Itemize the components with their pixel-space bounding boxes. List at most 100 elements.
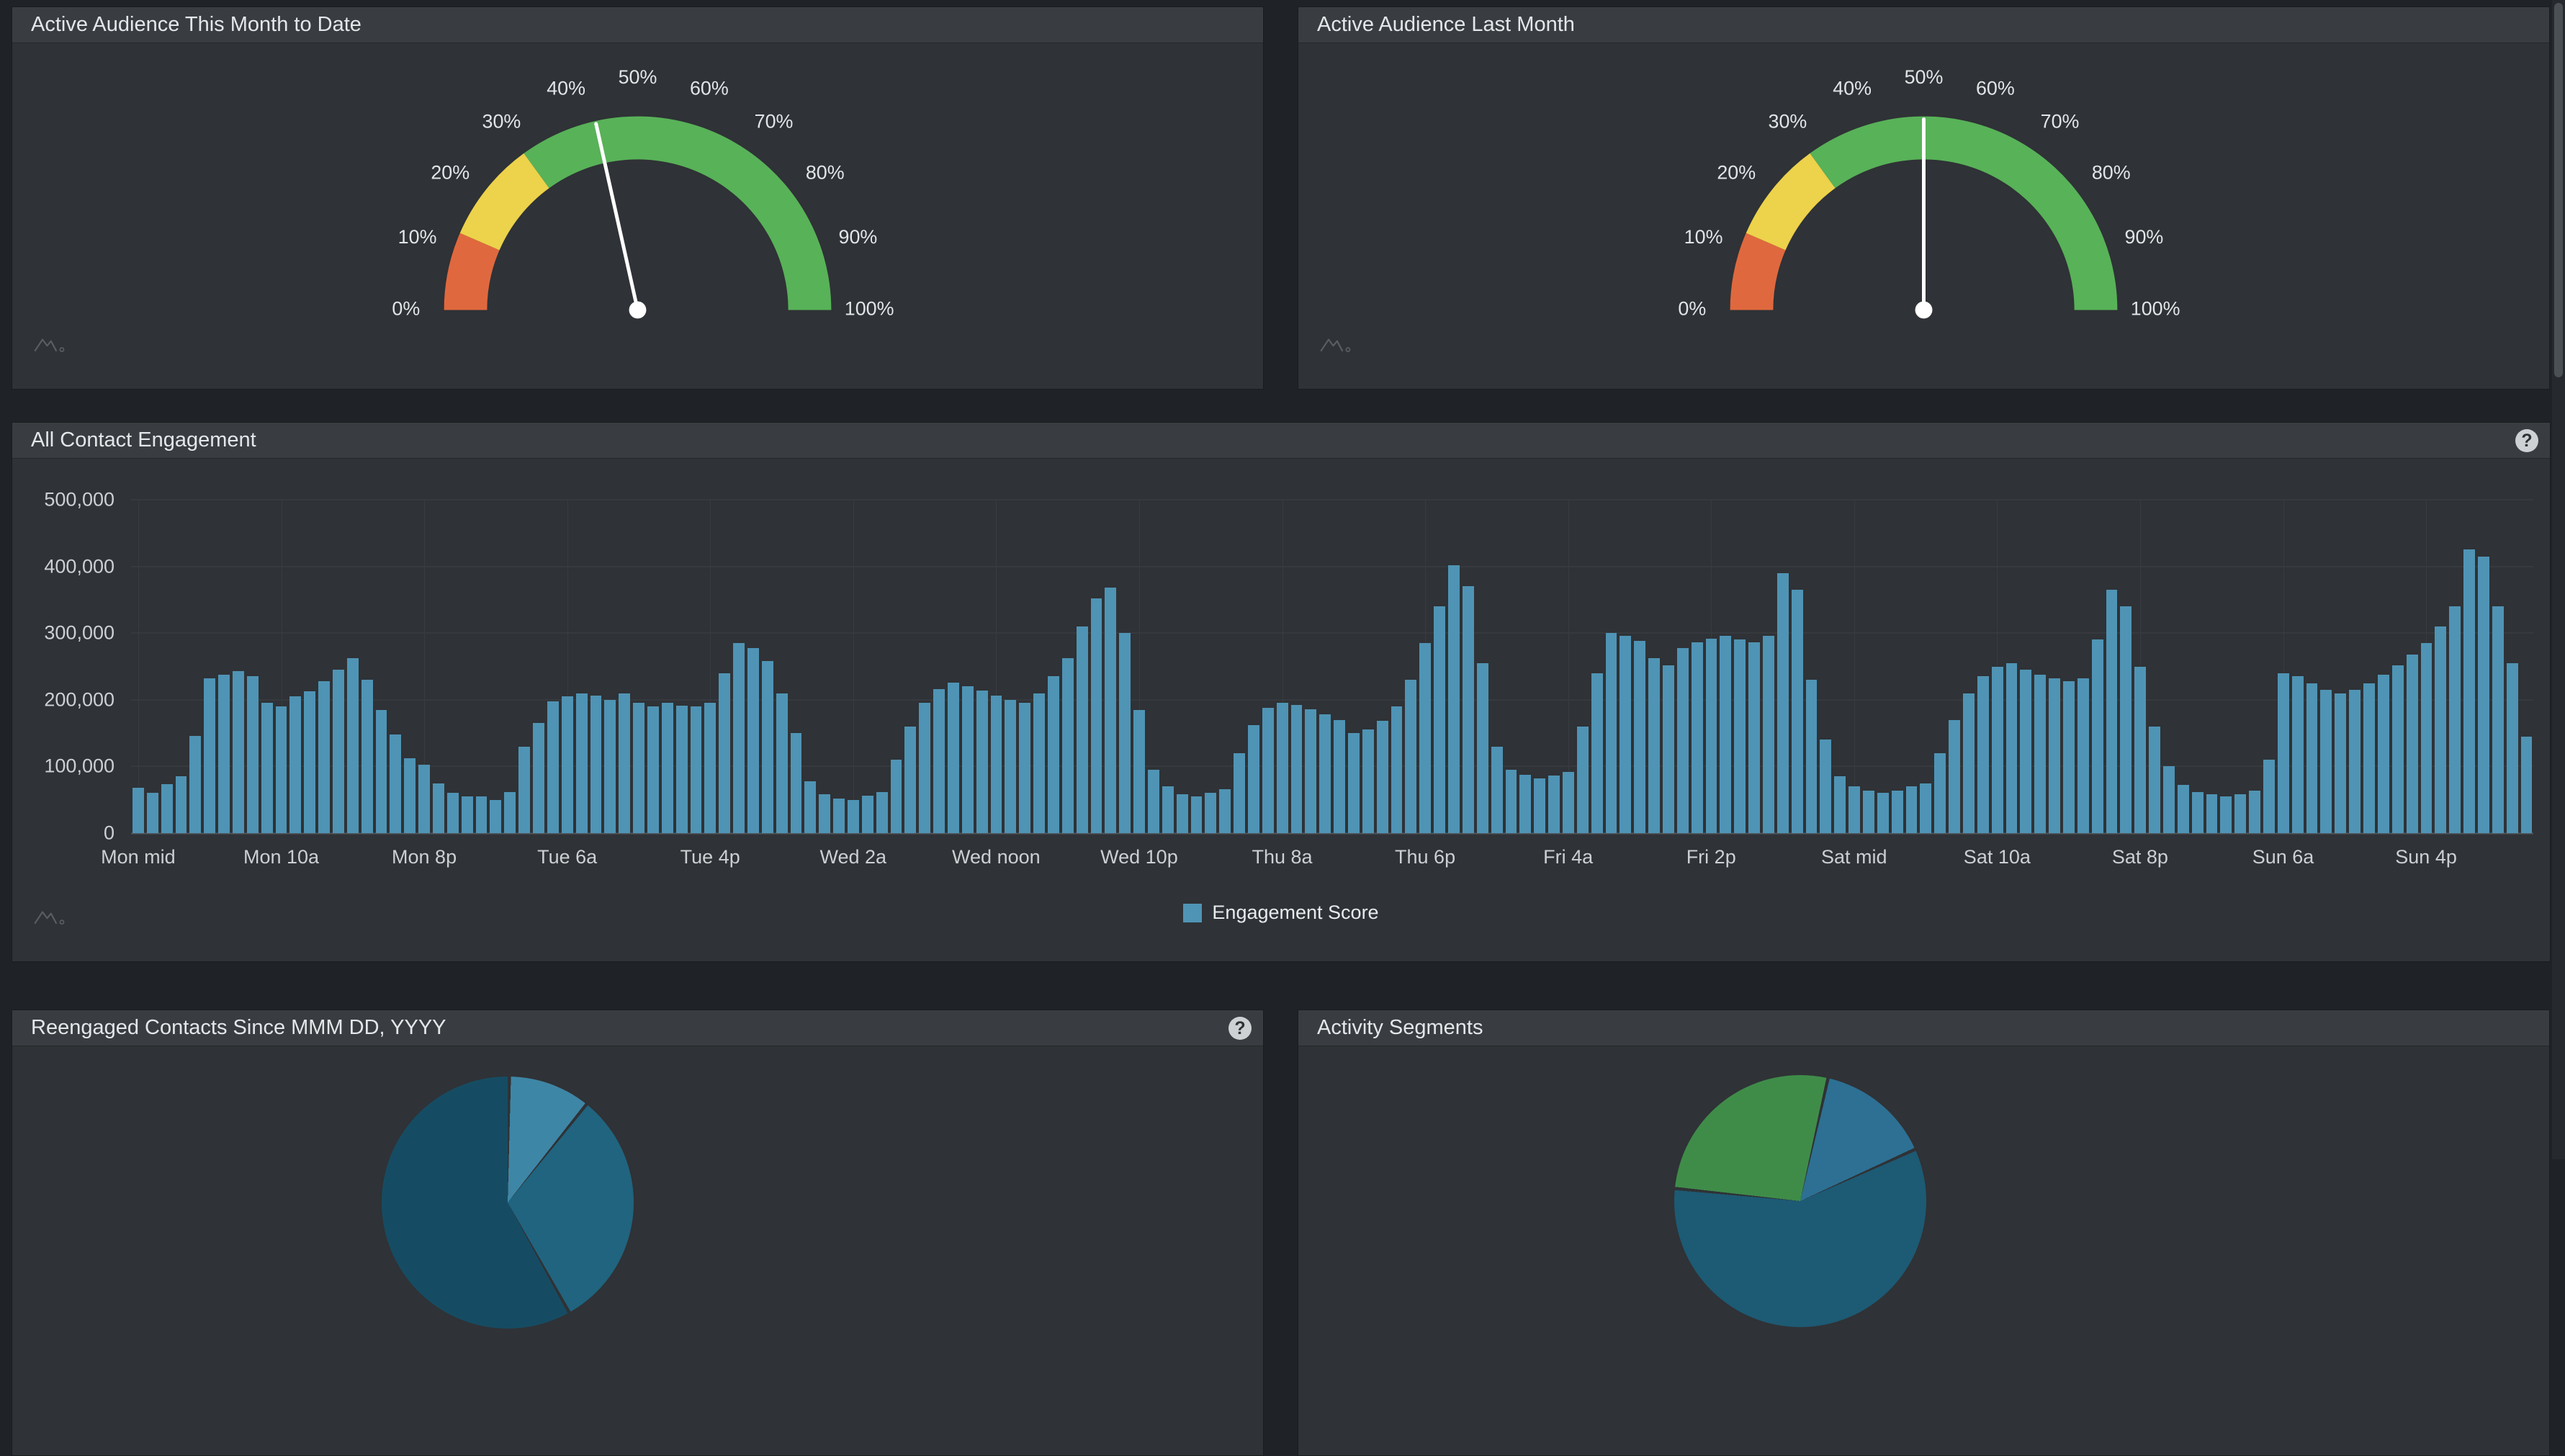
bar: [1634, 641, 1645, 833]
legend-label: Engagement Score: [1212, 902, 1378, 924]
bar: [1305, 709, 1316, 833]
gauge-tick-label: 10%: [398, 226, 437, 248]
bar: [704, 703, 716, 833]
help-icon[interactable]: ?: [1228, 1017, 1252, 1040]
bar: [791, 733, 802, 833]
bar: [876, 792, 888, 833]
bar: [776, 693, 788, 833]
gauge-tick-label: 90%: [2125, 226, 2164, 248]
x-tick-label: Sun 6a: [2252, 846, 2314, 868]
bar: [1591, 673, 1603, 833]
gauge-tick-label: 50%: [619, 66, 657, 88]
panel-all-contact-engagement: All Contact Engagement ? 0100,000200,000…: [12, 422, 2551, 962]
sparkline-watermark-icon: [32, 334, 73, 354]
panel-title: All Contact Engagement: [31, 428, 256, 452]
bar: [218, 675, 230, 833]
gauge-pivot: [1915, 302, 1933, 319]
legend[interactable]: Engagement Score: [12, 902, 2550, 924]
panel-activity-segments: Activity Segments: [1298, 1010, 2550, 1456]
x-tick-label: Sat 8p: [2112, 846, 2168, 868]
bar: [1391, 706, 1403, 833]
panel-title: Activity Segments: [1317, 1016, 1483, 1040]
bar: [147, 793, 158, 833]
bar: [1806, 680, 1818, 833]
bar: [691, 706, 702, 833]
active-audience-gauge: 0%10%20%30%40%50%60%70%80%90%100%: [12, 43, 1263, 389]
bar: [1820, 740, 1831, 833]
bar: [2463, 549, 2475, 833]
bar: [1663, 665, 1674, 833]
bar: [2206, 794, 2218, 833]
panel-header: Active Audience Last Month: [1298, 7, 2549, 43]
bar: [1706, 639, 1717, 833]
bar: [1177, 794, 1188, 833]
gauge-band: [524, 117, 831, 310]
gauge-band: [1810, 117, 2117, 310]
bar: [2106, 590, 2118, 833]
bar: [476, 796, 488, 833]
bar: [1162, 786, 1174, 833]
bar: [1348, 733, 1360, 833]
gauge-tick-label: 20%: [431, 161, 470, 183]
bar: [490, 800, 501, 833]
bar: [1248, 725, 1259, 833]
bar: [1620, 636, 1631, 833]
bar: [1977, 676, 1989, 833]
bar: [1419, 643, 1431, 833]
bar: [2507, 663, 2518, 833]
gauge-tick-label: 30%: [482, 110, 521, 132]
x-tick-label: Fri 2p: [1686, 846, 1736, 868]
bar: [1091, 598, 1102, 833]
bar: [1062, 658, 1074, 833]
bar: [804, 781, 816, 833]
bar: [762, 661, 773, 833]
panel-header: All Contact Engagement ?: [12, 423, 2550, 459]
bar: [1848, 786, 1860, 833]
bar: [189, 736, 201, 833]
bar: [2034, 675, 2046, 833]
x-tick-label: Tue 4p: [680, 846, 740, 868]
bar: [1963, 693, 1975, 833]
gauge-tick-label: 10%: [1684, 226, 1723, 248]
scrollbar-track[interactable]: [2552, 0, 2565, 1159]
bar: [1877, 793, 1889, 833]
bar: [1377, 721, 1388, 833]
gauge-tick-label: 20%: [1717, 161, 1756, 183]
bar: [2435, 626, 2446, 833]
bar: [2178, 785, 2189, 833]
help-icon[interactable]: ?: [2515, 429, 2538, 452]
bar: [2049, 678, 2060, 833]
bar: [462, 796, 473, 833]
panel-header: Active Audience This Month to Date: [12, 7, 1263, 43]
bar: [1792, 590, 1803, 833]
reengaged-contacts-pie-chart: [382, 1077, 634, 1329]
sparkline-watermark-icon: [1319, 334, 1359, 354]
panel-reengaged-contacts: Reengaged Contacts Since MMM DD, YYYY ?: [12, 1010, 1264, 1456]
bar: [2077, 678, 2089, 833]
y-axis-labels: 0100,000200,000300,000400,000500,000: [12, 500, 120, 833]
gauge-tick-label: 50%: [1905, 66, 1944, 88]
bar: [2392, 665, 2404, 833]
bar: [1763, 636, 1774, 833]
panel-body: [12, 1046, 1263, 1455]
panel-body: 0%10%20%30%40%50%60%70%80%90%100%: [12, 43, 1263, 389]
bar: [2521, 737, 2533, 833]
bar: [1534, 778, 1545, 833]
bar: [2320, 690, 2332, 833]
y-tick-label: 500,000: [44, 489, 114, 511]
bar: [991, 696, 1002, 833]
scrollbar-thumb[interactable]: [2554, 3, 2563, 377]
bar: [619, 693, 630, 833]
bar: [1133, 710, 1145, 833]
bar: [891, 760, 902, 833]
panel-header: Reengaged Contacts Since MMM DD, YYYY ?: [12, 1010, 1263, 1046]
bar: [276, 706, 287, 833]
panel-body: [1298, 1046, 2549, 1455]
bar: [1077, 626, 1088, 833]
x-tick-label: Wed noon: [952, 846, 1041, 868]
bar: [819, 794, 830, 833]
bar: [1448, 565, 1460, 833]
plot-area: [131, 500, 2533, 833]
bar: [2292, 676, 2304, 833]
x-tick-label: Thu 6p: [1395, 846, 1455, 868]
